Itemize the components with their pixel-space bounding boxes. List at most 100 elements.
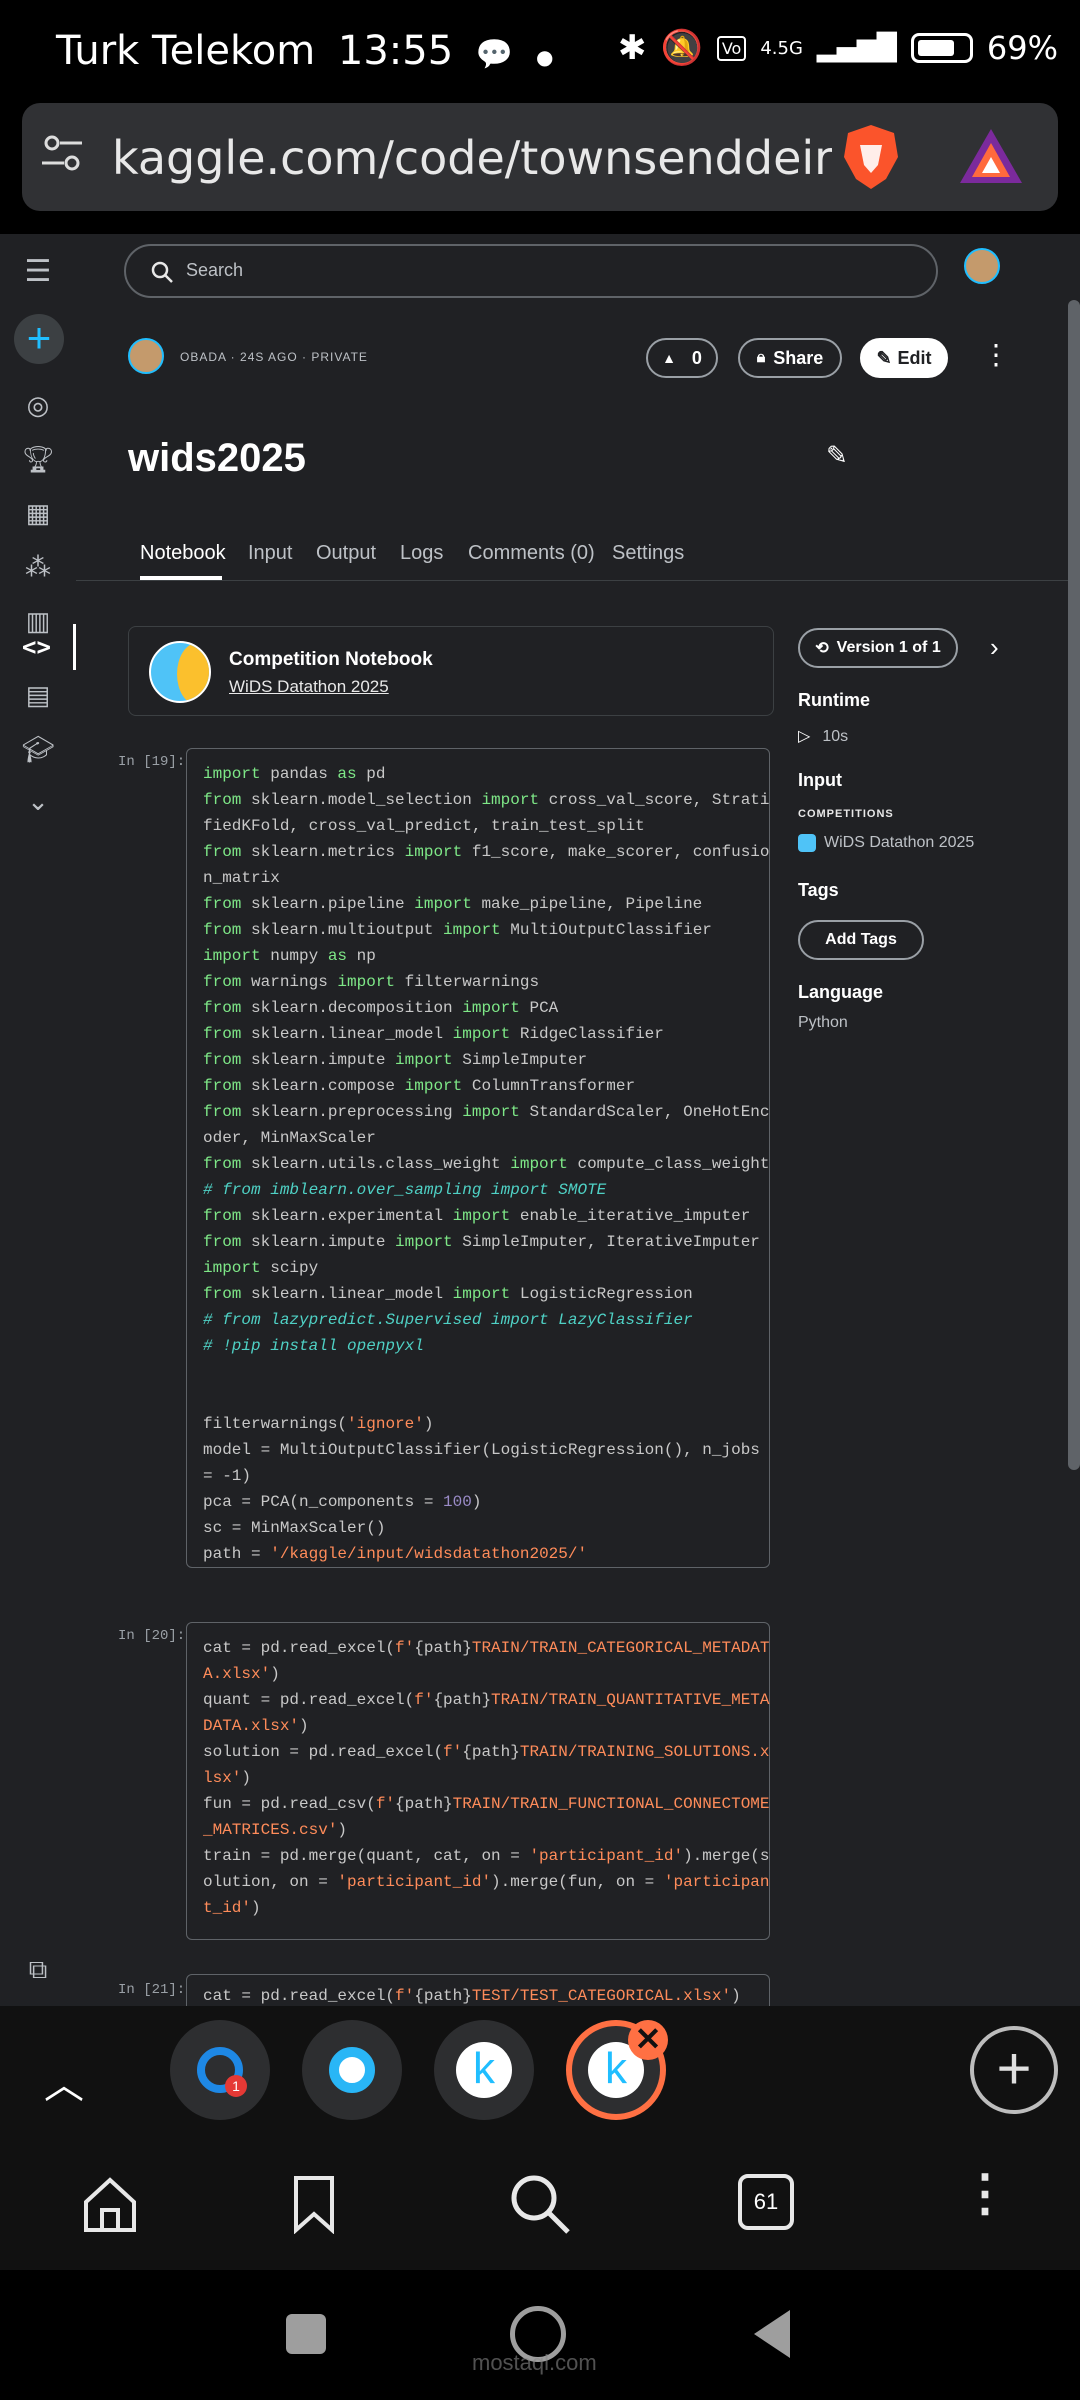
- datasets-icon[interactable]: ▦: [0, 498, 76, 529]
- notebook-meta: OBADA · 24S AGO · PRIVATE: [180, 350, 368, 364]
- author-avatar[interactable]: [128, 338, 164, 374]
- bookmark-icon[interactable]: [292, 2174, 336, 2234]
- new-tab-icon[interactable]: +: [970, 2026, 1058, 2114]
- models-icon[interactable]: ⁂: [0, 552, 76, 583]
- competitions-label: COMPETITIONS: [798, 808, 894, 820]
- dot-icon: ●: [535, 45, 554, 69]
- runtime-row: ▷ 10s: [798, 726, 848, 746]
- tabs-divider: [76, 580, 1068, 581]
- browser-menu-icon[interactable]: ⋮: [960, 2164, 1010, 2222]
- code-icon[interactable]: <>: [0, 624, 76, 670]
- edit-label: Edit: [897, 347, 932, 368]
- carrier-name: Turk Telekom: [56, 28, 316, 74]
- input-competition-row[interactable]: WiDS Datathon 2025: [798, 834, 974, 852]
- tab-comments[interactable]: Comments (0): [468, 542, 595, 565]
- runtime-heading: Runtime: [798, 690, 870, 710]
- volte-icon: Vo: [716, 35, 747, 61]
- input-competition-name: WiDS Datathon 2025: [824, 834, 975, 852]
- back-icon[interactable]: [752, 2308, 792, 2360]
- search-icon[interactable]: [508, 2172, 572, 2236]
- tab-thumb[interactable]: 1: [170, 2020, 270, 2120]
- version-button[interactable]: ⟲ Version 1 of 1: [798, 628, 958, 668]
- cell-label: In [21]:: [118, 1982, 186, 1998]
- trophy-icon[interactable]: 🏆︎: [0, 444, 76, 475]
- collapse-chevron-icon[interactable]: ›: [990, 632, 999, 663]
- site-settings-icon[interactable]: [40, 131, 84, 175]
- play-icon: ▷: [798, 728, 811, 745]
- page-scrollbar[interactable]: [1068, 300, 1080, 1470]
- brave-rewards-icon[interactable]: [958, 127, 1024, 185]
- edit-button[interactable]: ✎ Edit: [860, 338, 948, 378]
- create-icon[interactable]: +: [14, 314, 64, 364]
- search-input[interactable]: Search: [124, 244, 938, 298]
- close-tab-icon[interactable]: ✕: [628, 2020, 668, 2060]
- code-block[interactable]: cat = pd.read_excel(f'{path}TRAIN/TRAIN_…: [203, 1635, 770, 1921]
- language-heading: Language: [798, 982, 884, 1002]
- tab-input[interactable]: Input: [248, 542, 292, 565]
- tab-thumb[interactable]: k: [434, 2020, 534, 2120]
- tab-logs[interactable]: Logs: [400, 542, 443, 565]
- vote-count: 0: [691, 347, 702, 368]
- android-nav-bar: mostaql.com: [0, 2270, 1080, 2400]
- tab-favicon-icon: 1: [197, 2047, 247, 2097]
- status-bar: Turk Telekom 13:55 💬 ● ✱ 🔕 Vo 4.5G ▂▄▆█ …: [0, 0, 1080, 100]
- battery-icon: [910, 33, 973, 63]
- url-bar[interactable]: kaggle.com/code/townsenddeirecti: [22, 103, 1058, 211]
- home-icon[interactable]: [80, 2176, 140, 2234]
- edit-title-icon[interactable]: ✎: [826, 440, 848, 471]
- watermark-text: mostaql.com: [472, 2350, 597, 2375]
- discussions-icon[interactable]: ▤: [0, 680, 76, 711]
- code-cell[interactable]: cat = pd.read_excel(f'{path}TEST/TEST_CA…: [186, 1974, 770, 2006]
- upvote-icon: ▲: [662, 350, 676, 366]
- tab-favicon-icon: [329, 2047, 375, 2093]
- runtime-value: 10s: [822, 728, 849, 745]
- tab-settings[interactable]: Settings: [612, 542, 684, 565]
- more-chevron-icon[interactable]: ⌄: [0, 786, 76, 817]
- tab-notebook[interactable]: Notebook: [140, 542, 226, 565]
- menu-icon[interactable]: ☰: [0, 254, 76, 289]
- cell-label: In [20]:: [118, 1628, 186, 1644]
- tab-output[interactable]: Output: [316, 542, 376, 565]
- competition-card[interactable]: Competition Notebook WiDS Datathon 2025: [128, 626, 774, 716]
- share-button[interactable]: 🔒︎ Share: [738, 338, 842, 378]
- code-cell[interactable]: import pandas as pd from sklearn.model_s…: [186, 748, 770, 1568]
- code-block[interactable]: cat = pd.read_excel(f'{path}TEST/TEST_CA…: [203, 1983, 741, 2006]
- network-type: 4.5G: [760, 37, 803, 59]
- tabs-count-button[interactable]: 61: [738, 2174, 794, 2230]
- search-placeholder: Search: [186, 260, 244, 280]
- recents-icon[interactable]: [286, 2314, 326, 2354]
- kaggle-favicon-icon: k: [456, 2042, 512, 2098]
- bluetooth-icon: ✱: [617, 28, 647, 68]
- code-cell[interactable]: cat = pd.read_excel(f'{path}TRAIN/TRAIN_…: [186, 1622, 770, 1940]
- user-avatar[interactable]: [964, 248, 1000, 284]
- notification-badge: 1: [225, 2075, 247, 2097]
- competition-mini-icon: [798, 834, 816, 852]
- brave-shield-icon[interactable]: [840, 123, 902, 191]
- code-block[interactable]: import pandas as pd from sklearn.model_s…: [203, 761, 770, 1567]
- url-text[interactable]: kaggle.com/code/townsenddeirecti: [112, 131, 832, 185]
- share-label: Share: [773, 347, 824, 368]
- competition-title: Competition Notebook: [229, 649, 433, 670]
- signal-icon: ▂▄▆█: [816, 33, 897, 63]
- compass-icon[interactable]: ◎: [0, 390, 76, 421]
- tab-thumb[interactable]: [302, 2020, 402, 2120]
- learn-icon[interactable]: 🎓︎: [0, 734, 76, 765]
- competition-logo: [149, 641, 211, 703]
- chat-icon: 💬: [475, 37, 514, 72]
- mute-icon: 🔕: [660, 28, 703, 68]
- history-icon: ⟲: [815, 640, 829, 657]
- add-tags-button[interactable]: Add Tags: [798, 920, 924, 960]
- status-left: Turk Telekom 13:55 💬 ●: [56, 28, 553, 74]
- pencil-icon: ✎: [876, 347, 892, 368]
- tags-heading: Tags: [798, 880, 839, 900]
- copy-icon[interactable]: ⧉: [0, 1954, 76, 1986]
- upvote-button[interactable]: ▲ 0: [646, 338, 718, 378]
- language-value: Python: [798, 1014, 848, 1031]
- chevron-up-icon[interactable]: ︿: [44, 2052, 84, 2110]
- page-title: wids2025: [128, 436, 306, 480]
- left-nav: ☰ + ◎ 🏆︎ ▦ ⁂ ▥ <> ▤ 🎓︎ ⌄ ⧉: [0, 234, 76, 2006]
- browser-toolbar: 61 ⋮: [0, 2136, 1080, 2270]
- competition-link[interactable]: WiDS Datathon 2025: [229, 677, 389, 697]
- more-options-icon[interactable]: ⋮: [982, 338, 1010, 371]
- status-right: ✱ 🔕 Vo 4.5G ▂▄▆█ 69%: [618, 28, 1058, 68]
